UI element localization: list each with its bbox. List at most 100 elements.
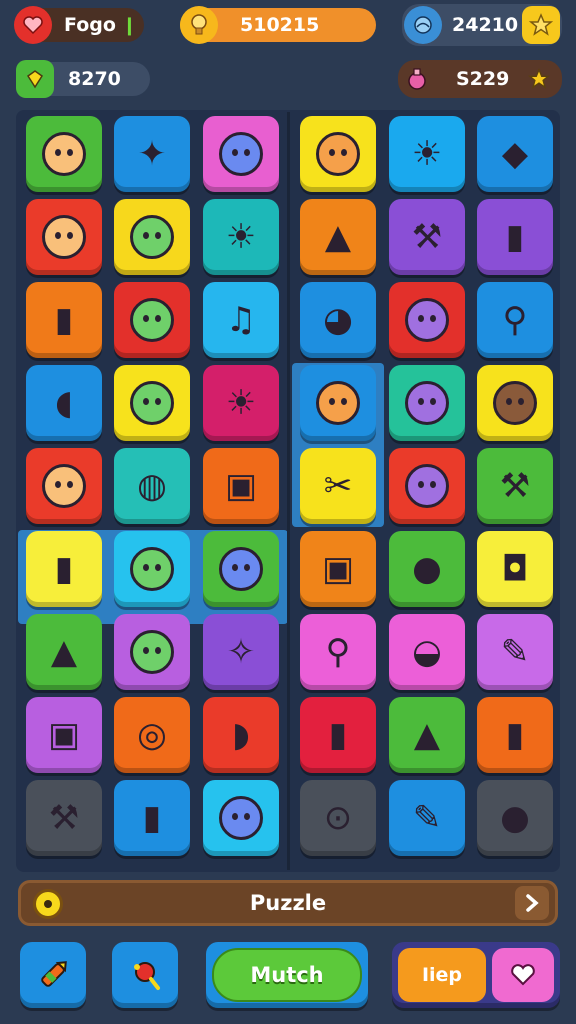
tile[interactable] [114,199,190,275]
tile[interactable]: ◗ [203,697,279,773]
bolt-icon: ❙ [121,14,138,36]
tile[interactable]: ▮ [300,697,376,773]
blue-fish-icon [42,215,86,259]
brown-bear-icon [493,381,537,425]
pencil-icon: ✎ [500,632,530,672]
tile[interactable]: ▲ [389,697,465,773]
tile[interactable]: ⚒ [389,199,465,275]
tile[interactable]: ⚲ [477,282,553,358]
blue-monster-icon [316,132,360,176]
tile[interactable]: ✎ [477,614,553,690]
tile[interactable]: ☀ [203,365,279,441]
chevron-right-icon[interactable] [515,886,549,920]
star-icon[interactable] [522,6,560,44]
tile[interactable]: ◍ [114,448,190,524]
tile[interactable]: ✎ [389,780,465,856]
match-button[interactable]: Mutch [206,942,368,1008]
tile[interactable]: ⚒ [26,780,102,856]
tile[interactable]: ▣ [203,448,279,524]
puzzle-bar[interactable]: Puzzle [18,880,558,926]
tile[interactable] [26,199,102,275]
tile[interactable] [389,448,465,524]
girl-face-icon [42,464,86,508]
tile[interactable] [203,531,279,607]
tile[interactable] [26,448,102,524]
tile[interactable] [300,365,376,441]
heart-icon [14,6,52,44]
tile[interactable]: ☀ [203,199,279,275]
tile[interactable]: ✧ [203,614,279,690]
truck-icon: ▣ [321,549,355,589]
green-face-icon [219,796,263,840]
tools-icon: ⚒ [499,466,531,506]
crayon-button[interactable] [20,942,86,1008]
tile[interactable] [203,116,279,192]
tile[interactable]: ◒ [389,614,465,690]
tile[interactable]: ◖ [26,365,102,441]
tile[interactable] [203,780,279,856]
tile[interactable]: ✦ [114,116,190,192]
sun-flower-icon: ☀ [225,383,257,423]
star-icon[interactable] [520,60,558,98]
carrot-icon: ✦ [137,134,167,174]
tile[interactable]: ▮ [477,697,553,773]
magnifier-icon: ⊙ [323,798,353,838]
globe-icon [404,6,442,44]
tile[interactable] [26,116,102,192]
tile[interactable]: ✂ [300,448,376,524]
tile[interactable]: ▲ [300,199,376,275]
crayon-icon: ▮ [505,715,525,755]
heart-button[interactable] [492,948,554,1002]
brush-icon: ▮ [54,300,74,340]
potion-icon [398,60,436,98]
coins-value: 24210 [452,14,519,36]
tile[interactable]: ◎ [114,697,190,773]
pot-icon: ◒ [412,632,442,672]
tile[interactable] [114,614,190,690]
tile[interactable]: ● [389,531,465,607]
tile[interactable] [114,531,190,607]
tile[interactable]: ⊙ [300,780,376,856]
tile[interactable]: ▮ [26,531,102,607]
tile[interactable] [389,282,465,358]
boy-face-icon [405,298,449,342]
candy-button[interactable] [112,942,178,1008]
tile[interactable]: ◆ [477,116,553,192]
gem-icon [16,60,54,98]
tile[interactable]: ● [477,780,553,856]
player-panel: Fogo ❙ [14,6,144,44]
girl-face-icon [219,132,263,176]
candy-icon [134,962,160,990]
coins-panel: 24210 [402,4,562,46]
tile[interactable]: ♫ [203,282,279,358]
target-icon: ◎ [137,715,167,755]
score-value: 510215 [240,14,320,36]
spoon-icon: ⚲ [502,300,528,340]
tube-icon: ▮ [328,715,348,755]
tile[interactable] [114,282,190,358]
tile[interactable]: ◕ [300,282,376,358]
tile[interactable]: ⚒ [477,448,553,524]
tile[interactable] [300,116,376,192]
music-note-icon: ♫ [225,300,257,340]
help-button[interactable]: Iiep [398,948,486,1002]
feather-icon: ✧ [226,632,256,672]
tile[interactable]: ▮ [26,282,102,358]
tile[interactable]: ◘ [477,531,553,607]
green-monster-icon [42,132,86,176]
tile[interactable]: ▮ [477,199,553,275]
tile[interactable] [389,365,465,441]
bell-icon: ▲ [324,217,352,257]
tile[interactable] [114,365,190,441]
puzzle-label: Puzzle [249,891,327,915]
tile[interactable]: ⚲ [300,614,376,690]
coin-icon [33,889,63,919]
match-label: Mutch [250,963,324,987]
tile[interactable] [477,365,553,441]
tile[interactable]: ▲ [26,614,102,690]
tile[interactable]: ▣ [300,531,376,607]
tile[interactable]: ▣ [26,697,102,773]
tile[interactable]: ☀ [389,116,465,192]
robot-icon: ▣ [224,466,258,506]
tile[interactable]: ▮ [114,780,190,856]
